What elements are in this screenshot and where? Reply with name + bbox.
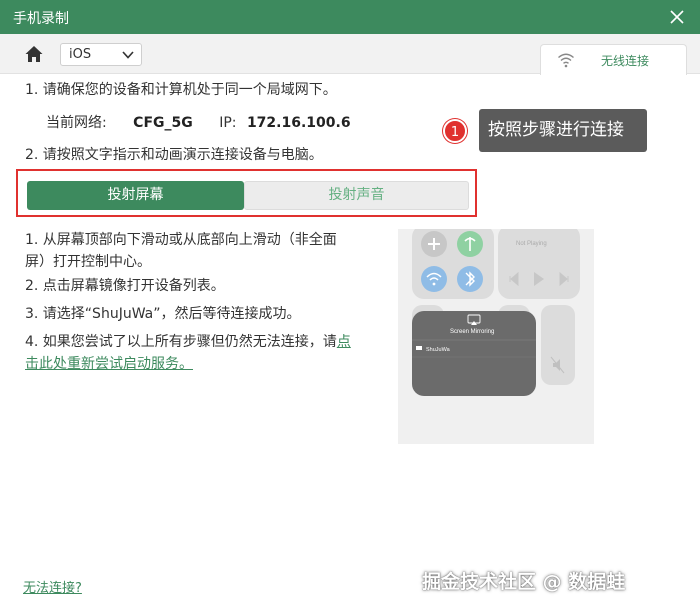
instruction-1: 1. 从屏幕顶部向下滑动或从底部向上滑动（非全面 屏）打开控制中心。: [25, 229, 337, 273]
wifi-icon: [558, 53, 574, 68]
os-select[interactable]: iOS: [60, 43, 142, 66]
device-name: ShuJuWa: [426, 347, 451, 353]
control-center-graphic: Not Playing Screen Mirroring ShuJuWa: [412, 229, 580, 396]
restart-service-link[interactable]: 击此处重新尝试启动服务。: [25, 356, 193, 372]
close-icon[interactable]: [668, 8, 686, 26]
instruction-1-line-2: 屏）打开控制中心。: [25, 254, 151, 270]
network-label: 当前网络:: [46, 115, 107, 131]
toolbar: iOS 无线连接: [0, 34, 700, 75]
restart-service-link-start[interactable]: 点: [337, 334, 351, 350]
callout-number-badge: 1: [443, 119, 467, 143]
tab-wireless-label: 无线连接: [601, 54, 650, 68]
instruction-2: 2. 点击屏幕镜像打开设备列表。: [25, 278, 225, 294]
home-icon[interactable]: [24, 44, 44, 64]
instruction-4: 4. 如果您尝试了以上所有步骤但仍然无法连接，请点 击此处重新尝试启动服务。: [25, 331, 351, 375]
instruction-1-line-1: 1. 从屏幕顶部向下滑动或从底部向上滑动（非全面: [25, 232, 337, 248]
ip-label: IP:: [219, 115, 237, 131]
network-info: 当前网络: CFG_5G IP: 172.16.100.6: [46, 112, 351, 132]
now-playing-label: Not Playing: [516, 241, 547, 247]
step-2-text: 2. 请按照文字指示和动画演示连接设备与电脑。: [25, 147, 323, 163]
window-title: 手机录制: [13, 11, 69, 27]
watermark: 掘金技术社区 @ 数据蛙: [422, 571, 626, 593]
title-bar: 手机录制: [0, 0, 700, 34]
os-select-value: iOS: [69, 47, 92, 62]
control-center-illustration: Not Playing Screen Mirroring ShuJuWa: [398, 229, 594, 444]
callout-tooltip: 按照步骤进行连接: [479, 109, 647, 152]
tab-screen-cast[interactable]: 投射屏幕: [27, 181, 244, 210]
screen-mirroring-title: Screen Mirroring: [450, 329, 494, 335]
ip-value: 172.16.100.6: [246, 115, 351, 131]
chevron-down-icon: [122, 51, 134, 59]
tab-audio-cast[interactable]: 投射声音: [244, 181, 469, 210]
network-name: CFG_5G: [133, 115, 193, 131]
instruction-3: 3. 请选择“ShuJuWa”，然后等待连接成功。: [25, 306, 301, 322]
instruction-4-text: 4. 如果您尝试了以上所有步骤但仍然无法连接，请: [25, 334, 337, 350]
tab-wireless-connection[interactable]: 无线连接: [540, 44, 687, 75]
step-1-text: 1. 请确保您的设备和计算机处于同一个局域网下。: [25, 82, 337, 98]
cannot-connect-link[interactable]: 无法连接?: [23, 577, 82, 596]
